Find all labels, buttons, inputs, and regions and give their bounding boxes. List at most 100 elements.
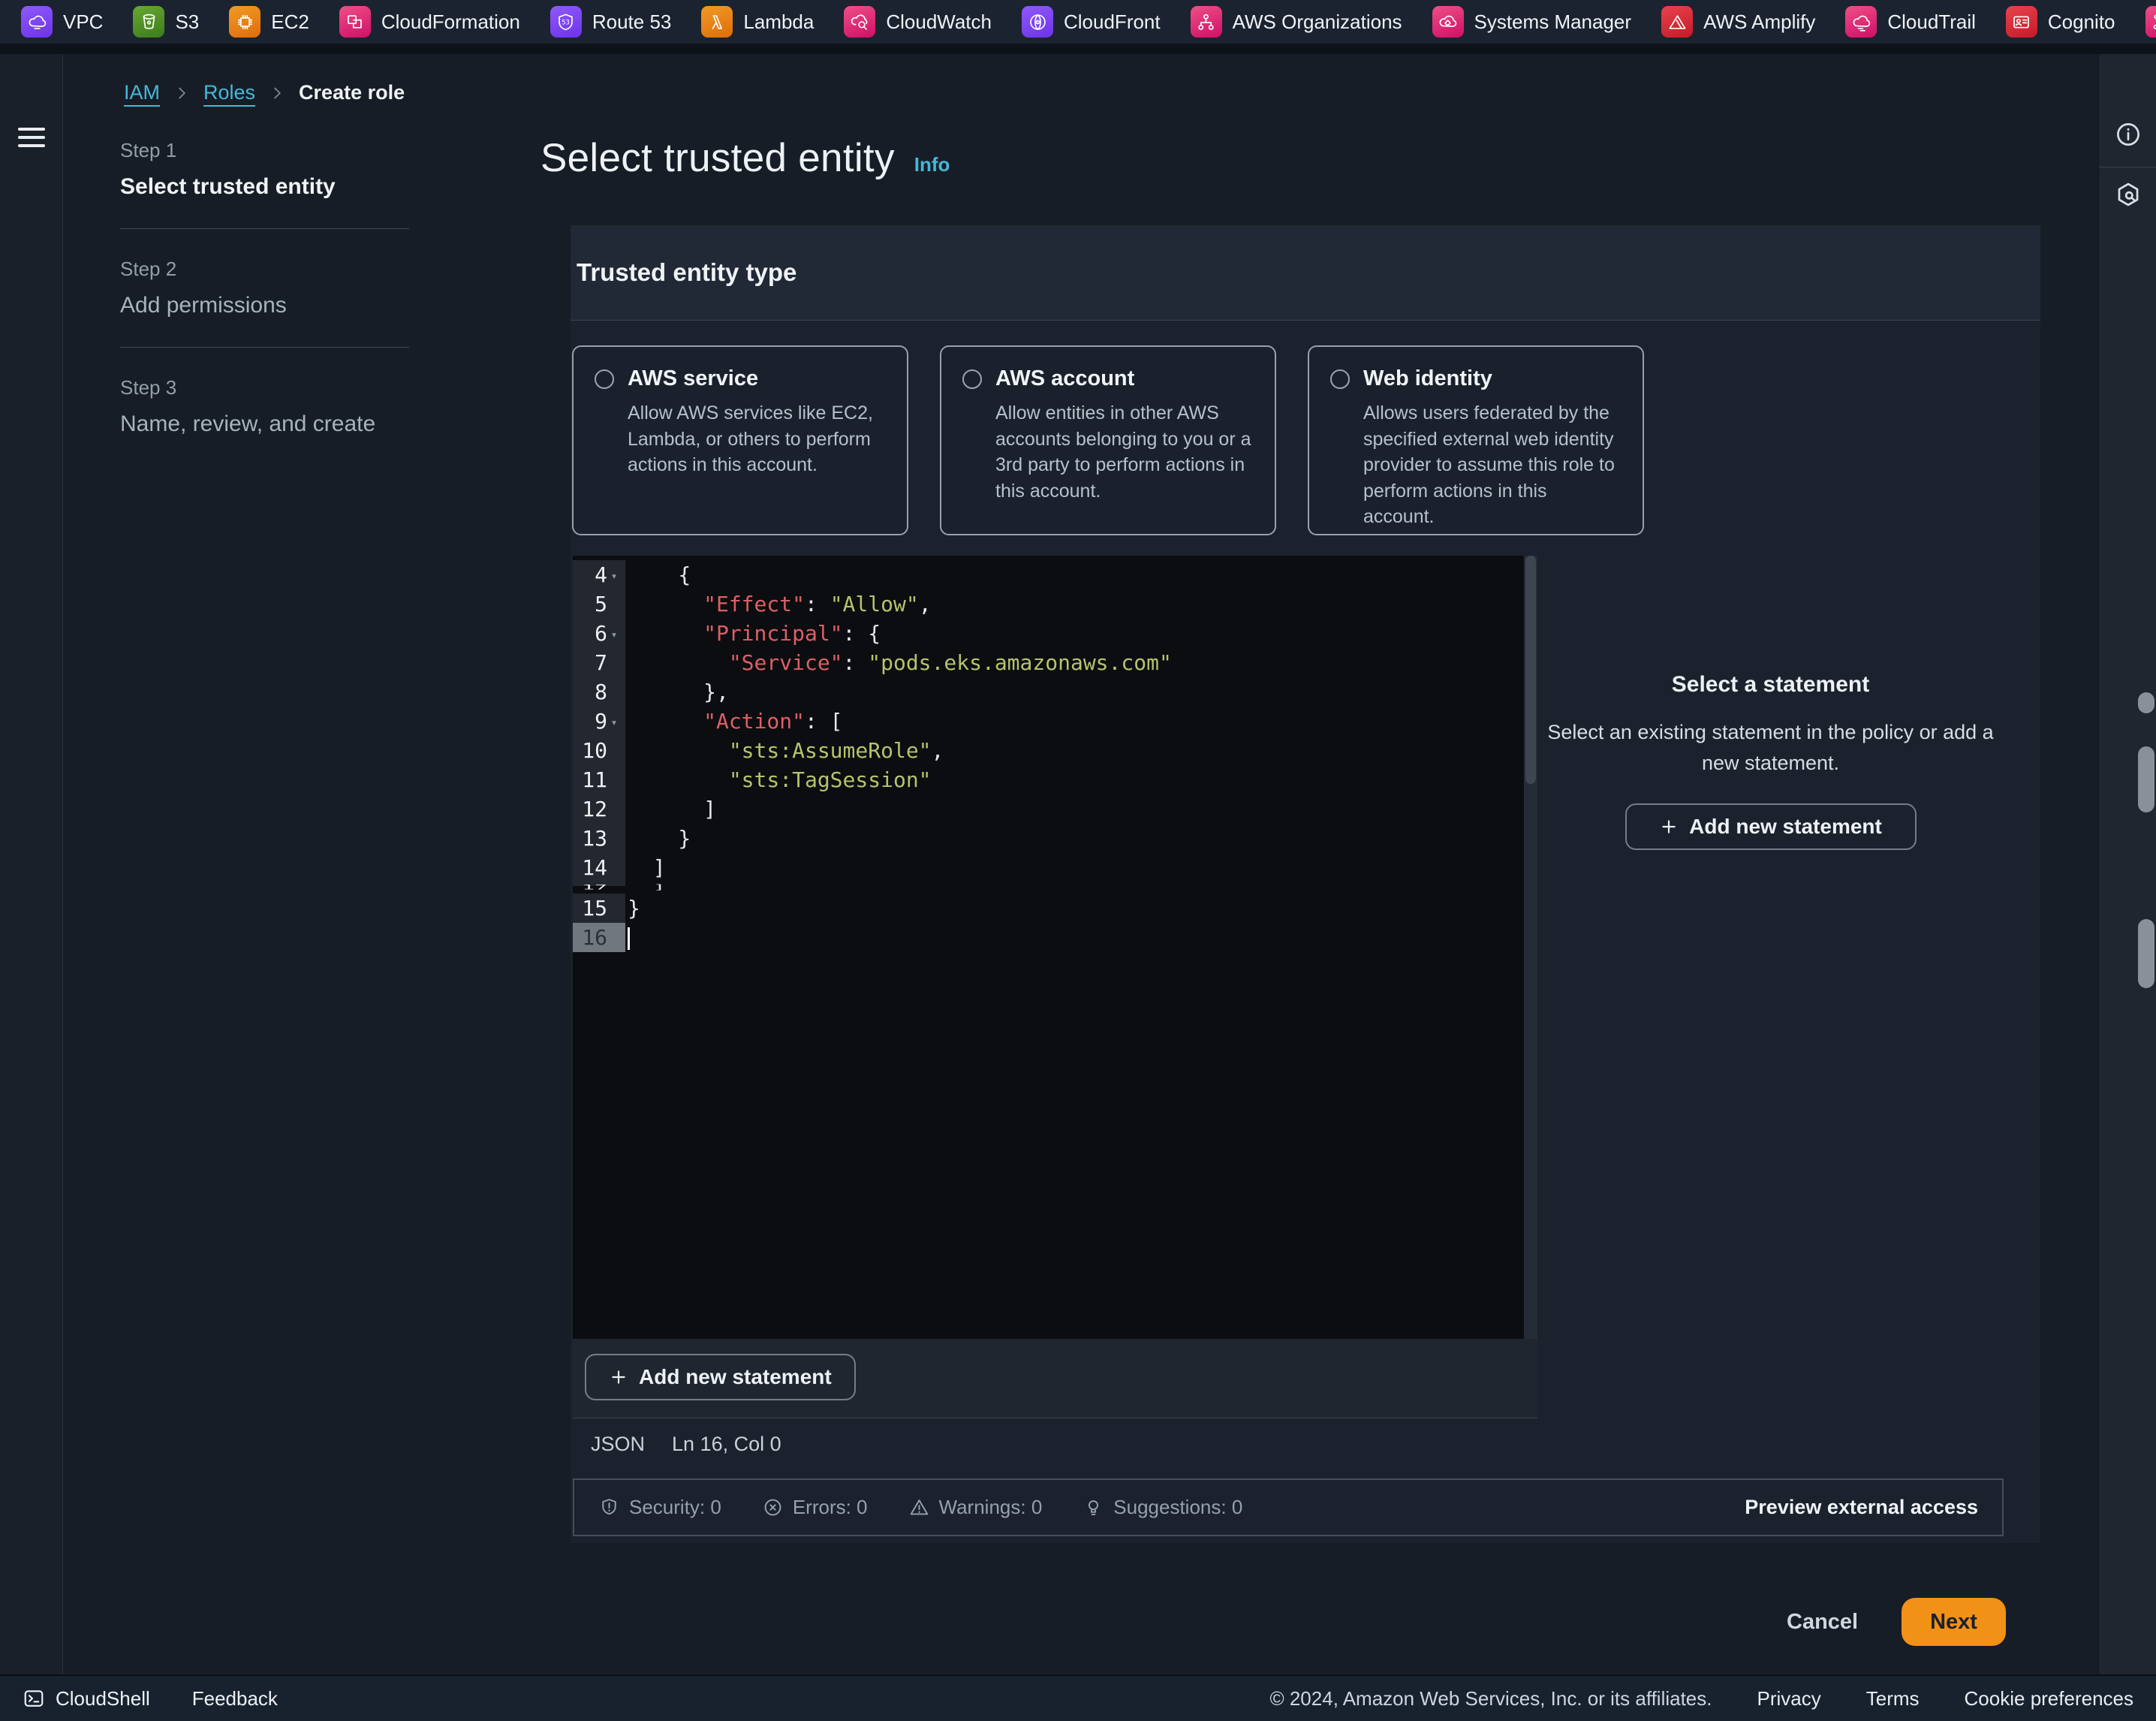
editor-scrollbar-thumb[interactable] bbox=[1525, 556, 1536, 784]
line-content: }, bbox=[625, 677, 1524, 707]
lambda-icon bbox=[701, 6, 733, 38]
radio-button[interactable] bbox=[962, 369, 982, 389]
security-shield-icon bbox=[598, 1496, 620, 1518]
scrollbar-segment[interactable] bbox=[2138, 919, 2154, 988]
footer-link-privacy[interactable]: Privacy bbox=[1757, 1687, 1821, 1710]
status-errors-0: Errors: 0 bbox=[762, 1496, 868, 1519]
policy-editor-column: 4▾{5▾"Effect": "Allow",6▾"Principal": {7… bbox=[573, 556, 1537, 1470]
shortcut-vpc[interactable]: VPC bbox=[21, 6, 103, 38]
shortcut-cloudwatch[interactable]: CloudWatch bbox=[844, 6, 992, 38]
step-title: Add permissions bbox=[120, 293, 409, 318]
status-warnings-0: Warnings: 0 bbox=[908, 1496, 1043, 1519]
shortcut-cloudformation[interactable]: CloudFormation bbox=[339, 6, 520, 38]
breadcrumb-item-iam[interactable]: IAM bbox=[124, 81, 160, 104]
radio-button[interactable] bbox=[595, 369, 614, 389]
section-title: Trusted entity type bbox=[577, 258, 796, 287]
info-link[interactable]: Info bbox=[914, 153, 950, 176]
shortcut-label: Route 53 bbox=[592, 11, 672, 34]
line-number: 8▾ bbox=[573, 677, 625, 707]
right-tool-strip bbox=[2098, 54, 2156, 1674]
editor-line-14: 14▾] bbox=[573, 853, 1524, 882]
fold-arrow-icon[interactable]: ▾ bbox=[607, 708, 621, 737]
add-new-statement-button[interactable]: Add new statement bbox=[585, 1354, 856, 1400]
footer-link-terms[interactable]: Terms bbox=[1866, 1687, 1920, 1710]
footer-link-cookie-preferences[interactable]: Cookie preferences bbox=[1965, 1687, 2133, 1710]
step-item-3[interactable]: Step 3Name, review, and create bbox=[120, 376, 409, 437]
line-number: 4▾ bbox=[573, 560, 625, 589]
line-content: { bbox=[625, 560, 1524, 589]
shortcut-systems-manager[interactable]: Systems Manager bbox=[1432, 6, 1632, 38]
scrollbar-segment[interactable] bbox=[2138, 692, 2154, 713]
trusted-entity-card-aws-account[interactable]: AWS accountAllow entities in other AWS a… bbox=[940, 345, 1276, 535]
line-content: "Action": [ bbox=[625, 707, 1524, 736]
shortcut-label: AWS Organizations bbox=[1233, 11, 1402, 34]
breadcrumb-item-roles[interactable]: Roles bbox=[203, 81, 255, 104]
cloudshell-button[interactable]: CloudShell bbox=[23, 1687, 150, 1710]
json-policy-editor[interactable]: 4▾{5▾"Effect": "Allow",6▾"Principal": {7… bbox=[573, 556, 1537, 1339]
editor-line-9: 9▾"Action": [ bbox=[573, 707, 1524, 736]
statement-side-panel: Select a statement Select an existing st… bbox=[1537, 556, 2004, 1536]
cloudshell-terminal-icon bbox=[23, 1687, 45, 1710]
next-button[interactable]: Next bbox=[1902, 1598, 2006, 1646]
line-content: "Service": "pods.eks.amazonaws.com" bbox=[625, 648, 1524, 677]
line-number: 13▾ bbox=[573, 824, 625, 853]
editor-line-5: 5▾"Effect": "Allow", bbox=[573, 589, 1524, 619]
radio-button[interactable] bbox=[1330, 369, 1350, 389]
policy-validation-bar: Security: 0 Errors: 0 Warnings: 0 Suggestio… bbox=[573, 1478, 2004, 1536]
step-item-1[interactable]: Step 1Select trusted entity bbox=[120, 139, 409, 200]
organizations-icon bbox=[1191, 6, 1222, 38]
cancel-button[interactable]: Cancel bbox=[1787, 1610, 1858, 1635]
topbar-divider bbox=[0, 44, 2156, 54]
shortcut-label: EC2 bbox=[271, 11, 309, 34]
line-number: 10▾ bbox=[573, 736, 625, 765]
shortcut-cloudtrail[interactable]: CloudTrail bbox=[1845, 6, 1976, 38]
shortcut-am[interactable]: Am bbox=[2145, 6, 2156, 38]
shortcut-cloudfront[interactable]: CloudFront bbox=[1022, 6, 1161, 38]
steps-nav: Step 1Select trusted entity Step 2Add per… bbox=[120, 139, 409, 437]
preview-external-access-link[interactable]: Preview external access bbox=[1745, 1496, 1978, 1519]
status-security-0: Security: 0 bbox=[598, 1496, 721, 1519]
editor-footer-strip: Add new statement bbox=[573, 1339, 1537, 1418]
amplify-icon bbox=[1661, 6, 1693, 38]
trusted-entity-card-web-identity[interactable]: Web identityAllows users federated by th… bbox=[1308, 345, 1644, 535]
s3-icon bbox=[133, 6, 164, 38]
amazon-q-icon[interactable] bbox=[2114, 180, 2142, 209]
plus-icon bbox=[1659, 817, 1679, 836]
feedback-button[interactable]: Feedback bbox=[192, 1687, 278, 1710]
shortcut-label: CloudTrail bbox=[1887, 11, 1976, 34]
editor-line-13: 13▾} bbox=[573, 824, 1524, 853]
shortcut-aws-amplify[interactable]: AWS Amplify bbox=[1661, 6, 1815, 38]
shortcut-ec2[interactable]: EC2 bbox=[229, 6, 309, 38]
editor-language-label: JSON bbox=[591, 1433, 645, 1456]
line-content: ] bbox=[625, 853, 1524, 882]
step-number: Step 3 bbox=[120, 376, 409, 399]
plus-icon bbox=[609, 1367, 628, 1387]
statement-panel-title: Select a statement bbox=[1546, 672, 1996, 698]
editor-lines: 4▾{5▾"Effect": "Allow",6▾"Principal": {7… bbox=[573, 560, 1524, 952]
step-item-2[interactable]: Step 2Add permissions bbox=[120, 258, 409, 318]
route53-icon: 53 bbox=[550, 6, 582, 38]
editor-line-4: 4▾{ bbox=[573, 560, 1524, 589]
shortcut-cognito[interactable]: Cognito bbox=[2006, 6, 2115, 38]
shortcut-s3[interactable]: S3 bbox=[133, 6, 199, 38]
fold-arrow-icon[interactable]: ▾ bbox=[607, 620, 621, 650]
fold-arrow-icon[interactable]: ▾ bbox=[607, 562, 621, 591]
line-number: 12▾ bbox=[573, 794, 625, 824]
add-new-statement-button-side[interactable]: Add new statement bbox=[1625, 803, 1917, 850]
warnings-icon bbox=[908, 1496, 930, 1518]
step-number: Step 1 bbox=[120, 139, 409, 162]
console-footer: CloudShell Feedback © 2024, Amazon Web S… bbox=[0, 1674, 2156, 1721]
step-divider bbox=[120, 228, 409, 229]
shortcut-aws-organizations[interactable]: AWS Organizations bbox=[1191, 6, 1402, 38]
shortcut-lambda[interactable]: Lambda bbox=[701, 6, 814, 38]
shortcut-route-53[interactable]: 53 Route 53 bbox=[550, 6, 672, 38]
scrollbar-segment[interactable] bbox=[2138, 746, 2154, 812]
hamburger-menu-icon[interactable] bbox=[18, 128, 45, 152]
info-icon[interactable] bbox=[2114, 120, 2142, 149]
trusted-entity-options: AWS serviceAllow AWS services like EC2, … bbox=[572, 345, 1644, 535]
status-suggestions-0: Suggestions: 0 bbox=[1083, 1496, 1242, 1519]
trusted-entity-card-aws-service[interactable]: AWS serviceAllow AWS services like EC2, … bbox=[572, 345, 908, 535]
cloudfront-icon bbox=[1022, 6, 1053, 38]
trusted-entity-panel: Trusted entity type AWS serviceAllow AWS… bbox=[571, 225, 2040, 1543]
line-number: 16▾ bbox=[573, 923, 625, 952]
